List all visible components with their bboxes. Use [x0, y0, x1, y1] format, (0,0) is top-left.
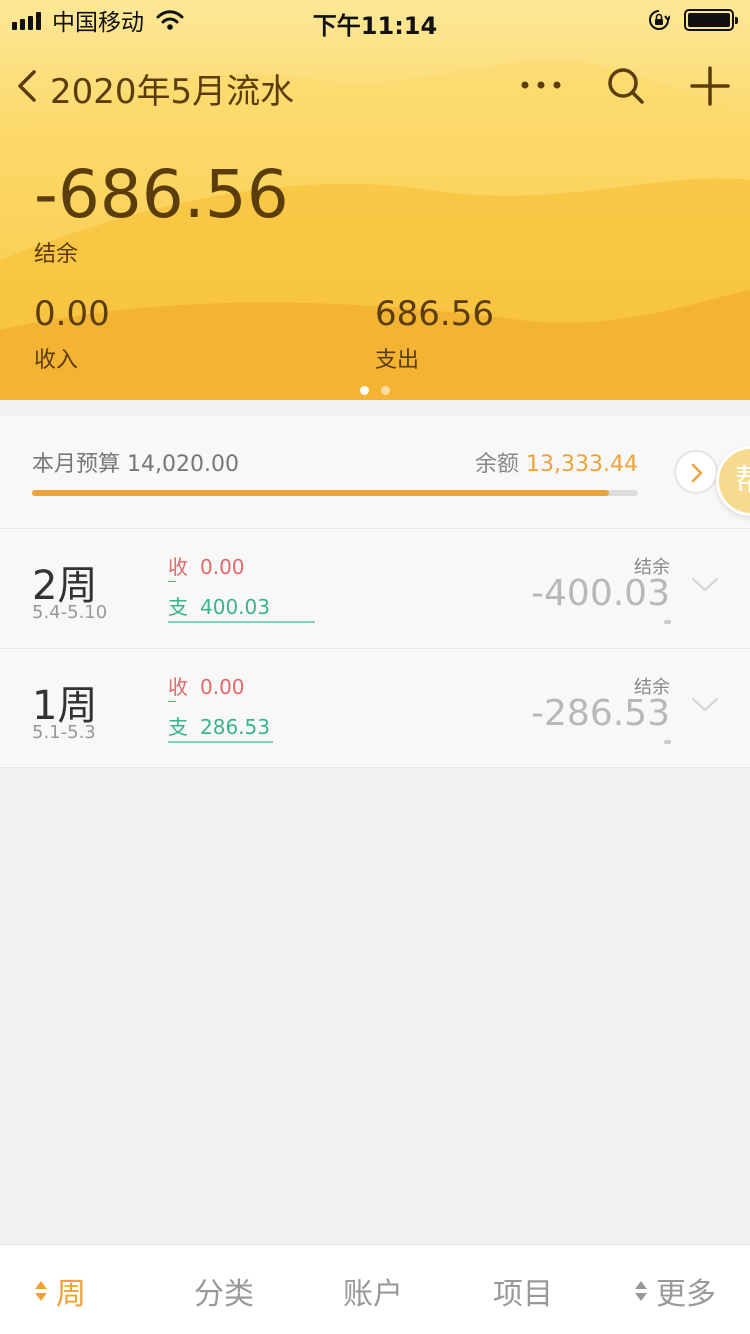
week-balance: -400.03 — [531, 573, 670, 614]
income-amount: 0.00 — [34, 294, 110, 334]
status-right — [648, 6, 738, 34]
more-dots-icon[interactable] — [518, 70, 564, 100]
sort-icon — [635, 1281, 647, 1301]
chevron-down-icon[interactable] — [690, 695, 720, 715]
helper-float-button[interactable]: 帮 — [716, 446, 750, 516]
header-banner: 中国移动 下午11:14 2020年5月流水 -686.56 结余 0.00 收… — [0, 0, 750, 400]
tab-week[interactable]: 周 — [34, 1269, 86, 1313]
budget-card[interactable]: 本月预算 14,020.00 余额 13,333.44 帮 — [0, 416, 750, 528]
budget-detail-button[interactable] — [674, 450, 718, 494]
balance-indicator — [664, 620, 671, 624]
tab-project[interactable]: 项目 — [493, 1269, 553, 1313]
income-underline — [168, 581, 176, 582]
expense-key: 支 — [168, 715, 188, 739]
nav-bar: 2020年5月流水 — [0, 56, 750, 116]
rotation-lock-icon — [649, 10, 670, 30]
week-income: 收 0.00 — [168, 551, 245, 580]
expense-label: 支出 — [375, 348, 420, 373]
page-indicator[interactable] — [360, 386, 402, 395]
chevron-left-icon[interactable] — [12, 66, 42, 106]
status-bar: 中国移动 下午11:14 — [0, 0, 750, 40]
income-key: 收 — [168, 555, 188, 579]
expense-underline — [168, 741, 273, 743]
tab-account[interactable]: 账户 — [343, 1269, 403, 1313]
tab-category[interactable]: 分类 — [194, 1269, 254, 1313]
budget-progress-fill — [32, 490, 609, 496]
remaining-amount: 13,333.44 — [526, 452, 638, 477]
status-time: 下午11:14 — [312, 12, 438, 40]
expense-value: 400.03 — [200, 595, 270, 619]
balance-amount: -686.56 — [34, 156, 289, 233]
chevron-down-icon[interactable] — [690, 575, 720, 595]
income-key: 收 — [168, 675, 188, 699]
battery-icon — [684, 9, 738, 31]
tab-project-label: 项目 — [493, 1277, 553, 1312]
balance-indicator — [664, 740, 671, 744]
plus-icon[interactable] — [688, 64, 732, 108]
income-value: 0.00 — [200, 555, 245, 579]
budget-remaining: 余额 13,333.44 — [475, 446, 638, 478]
week-row[interactable]: 1周 5.1-5.3 收 0.00 支 286.53 结余 -286.53 — [0, 648, 750, 768]
expense-value: 286.53 — [200, 715, 270, 739]
balance-label: 结余 — [34, 242, 79, 267]
tab-account-label: 账户 — [343, 1277, 403, 1312]
page-dot-active — [360, 386, 369, 395]
tab-bar: 周 分类 账户 项目 更多 — [0, 1244, 750, 1334]
tab-more-label: 更多 — [656, 1277, 716, 1312]
budget-progress-bar — [32, 490, 638, 496]
tab-week-label: 周 — [56, 1277, 86, 1312]
tab-category-label: 分类 — [194, 1277, 254, 1312]
week-balance: -286.53 — [531, 693, 670, 734]
week-expense: 支 400.03 — [168, 591, 270, 624]
week-list: 2周 5.4-5.10 收 0.00 支 400.03 结余 -400.03 1周 … — [0, 528, 750, 768]
chevron-right-icon — [691, 463, 703, 483]
tab-more[interactable]: 更多 — [634, 1269, 716, 1313]
income-underline — [168, 701, 176, 702]
page-dot — [381, 386, 390, 395]
expense-amount: 686.56 — [375, 294, 494, 334]
expense-underline — [168, 621, 315, 623]
budget-title: 本月预算 — [32, 452, 121, 477]
search-icon[interactable] — [604, 64, 648, 108]
income-value: 0.00 — [200, 675, 245, 699]
budget-label: 本月预算 14,020.00 — [32, 446, 239, 478]
week-range: 5.4-5.10 — [32, 602, 108, 623]
week-expense: 支 286.53 — [168, 711, 270, 744]
week-row[interactable]: 2周 5.4-5.10 收 0.00 支 400.03 结余 -400.03 — [0, 528, 750, 648]
week-income: 收 0.00 — [168, 671, 245, 700]
expense-key: 支 — [168, 595, 188, 619]
week-range: 5.1-5.3 — [32, 722, 96, 743]
page: 中国移动 下午11:14 2020年5月流水 -686.56 结余 0.00 收… — [0, 0, 750, 1334]
sort-icon — [35, 1281, 47, 1301]
budget-amount: 14,020.00 — [127, 452, 239, 477]
remaining-label: 余额 — [475, 452, 520, 477]
income-label: 收入 — [34, 348, 79, 373]
page-title: 2020年5月流水 — [50, 72, 295, 112]
